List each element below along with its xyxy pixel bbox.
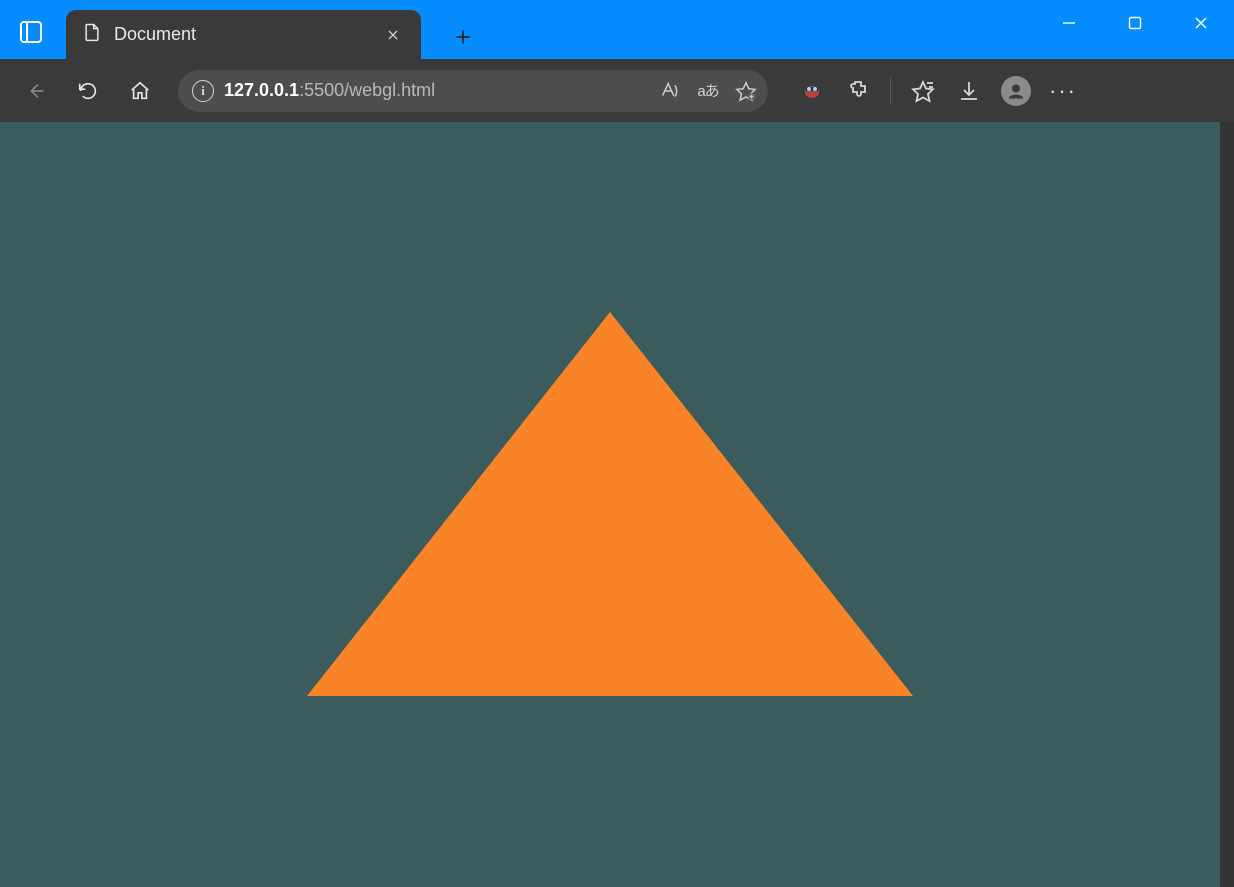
url-path: :5500/webgl.html xyxy=(299,80,435,101)
new-tab-button[interactable] xyxy=(443,17,483,57)
home-button[interactable] xyxy=(120,71,160,111)
vertical-scrollbar[interactable] xyxy=(1220,122,1234,887)
extension-bug-icon[interactable] xyxy=(798,77,826,105)
profile-avatar-icon[interactable] xyxy=(1001,76,1031,106)
more-menu-button[interactable]: ··· xyxy=(1049,77,1077,105)
downloads-icon[interactable] xyxy=(955,77,983,105)
page-viewport xyxy=(0,122,1234,887)
window-controls xyxy=(1036,0,1234,46)
toolbar-right: ··· xyxy=(798,76,1077,106)
tab-title: Document xyxy=(114,24,196,45)
favorite-icon[interactable] xyxy=(734,79,758,103)
browser-tab[interactable]: Document xyxy=(66,10,421,59)
site-info-icon[interactable]: i xyxy=(192,80,214,102)
extensions-icon[interactable] xyxy=(844,77,872,105)
close-window-button[interactable] xyxy=(1168,0,1234,46)
url-text: 127.0.0.1:5500/webgl.html xyxy=(224,80,648,101)
maximize-button[interactable] xyxy=(1102,0,1168,46)
address-bar[interactable]: i 127.0.0.1:5500/webgl.html aあ xyxy=(178,70,768,112)
minimize-button[interactable] xyxy=(1036,0,1102,46)
titlebar-left: Document xyxy=(0,0,483,59)
back-button[interactable] xyxy=(16,71,56,111)
url-host: 127.0.0.1 xyxy=(224,80,299,101)
close-tab-button[interactable] xyxy=(379,21,407,49)
page-icon xyxy=(82,21,102,48)
tab-actions-icon[interactable] xyxy=(20,21,42,43)
read-aloud-icon[interactable] xyxy=(658,79,682,103)
webgl-triangle xyxy=(307,312,913,696)
omnibox-actions: aあ xyxy=(658,79,758,103)
window-titlebar: Document xyxy=(0,0,1234,59)
toolbar-separator xyxy=(890,77,891,105)
favorites-list-icon[interactable] xyxy=(909,77,937,105)
translate-icon[interactable]: aあ xyxy=(696,79,720,103)
browser-toolbar: i 127.0.0.1:5500/webgl.html aあ xyxy=(0,59,1234,122)
refresh-button[interactable] xyxy=(68,71,108,111)
